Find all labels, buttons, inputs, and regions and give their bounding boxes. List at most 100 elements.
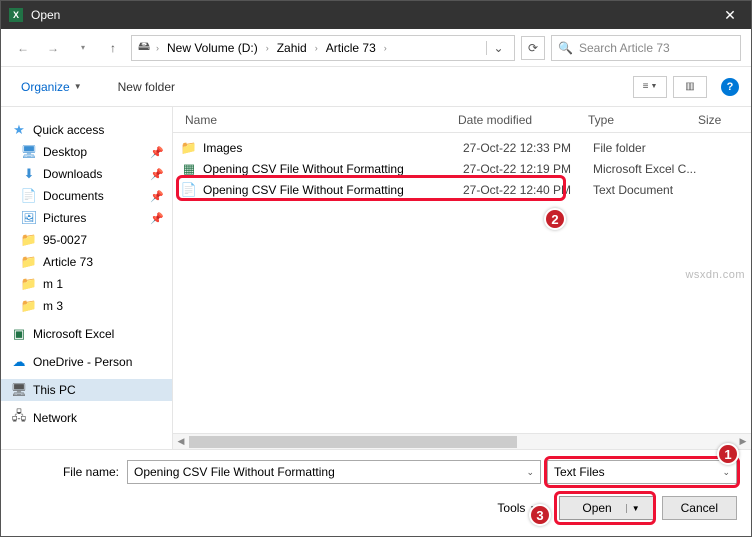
- view-mode-button[interactable]: ≡▼: [633, 76, 667, 98]
- horizontal-scrollbar[interactable]: ◀ ▶: [173, 433, 751, 449]
- star-icon: ★: [11, 122, 27, 138]
- sidebar-label: Desktop: [43, 145, 87, 159]
- search-placeholder: Search Article 73: [579, 41, 734, 55]
- sidebar-label: Quick access: [33, 123, 104, 137]
- file-row-text[interactable]: 📄 Opening CSV File Without Formatting 27…: [173, 179, 751, 200]
- chevron-right-icon: ›: [154, 43, 161, 53]
- file-type: Microsoft Excel C...: [593, 162, 713, 176]
- sidebar-label: m 3: [43, 299, 63, 313]
- nav-recent-dropdown[interactable]: ▾: [71, 36, 95, 60]
- column-headers: Name Date modified Type Size: [173, 107, 751, 133]
- scroll-left-button[interactable]: ◀: [173, 436, 189, 447]
- filename-input[interactable]: Opening CSV File Without Formatting ⌄: [127, 460, 541, 484]
- file-type-filter[interactable]: Text Files ⌄: [547, 460, 737, 484]
- toolbar: Organize ▼ New folder ≡▼ ▥ ?: [1, 67, 751, 107]
- excel-icon: ▣: [11, 326, 27, 342]
- sidebar-item-documents[interactable]: 📄Documents📌: [1, 185, 172, 207]
- nav-forward-button[interactable]: →: [41, 36, 65, 60]
- breadcrumb-item[interactable]: New Volume (D:): [163, 39, 262, 57]
- annotation-badge-2: 2: [544, 208, 566, 230]
- cancel-button[interactable]: Cancel: [662, 496, 737, 520]
- file-row-folder[interactable]: 📁 Images 27-Oct-22 12:33 PM File folder: [173, 137, 751, 158]
- excel-icon: X: [9, 8, 23, 22]
- folder-icon: 📁: [21, 232, 37, 248]
- sidebar-item-folder[interactable]: 📁Article 73: [1, 251, 172, 273]
- sidebar: ★ Quick access 🖥Desktop📌 ⬇Downloads📌 📄Do…: [1, 107, 173, 449]
- chevron-down-icon: ▼: [529, 504, 537, 513]
- column-date[interactable]: Date modified: [458, 113, 588, 127]
- sidebar-label: Article 73: [43, 255, 93, 269]
- open-dropdown-button[interactable]: ▼: [626, 504, 645, 513]
- sidebar-item-pictures[interactable]: 🖼 Pictures 📌: [1, 207, 172, 229]
- sidebar-label: Downloads: [43, 167, 102, 181]
- file-name: Opening CSV File Without Formatting: [203, 162, 463, 176]
- scroll-right-button[interactable]: ▶: [735, 436, 751, 447]
- search-icon: 🔍: [558, 41, 573, 55]
- sidebar-item-folder[interactable]: 📁 95-0027: [1, 229, 172, 251]
- sidebar-network[interactable]: 🖧Network: [1, 407, 172, 429]
- help-button[interactable]: ?: [721, 78, 739, 96]
- pin-icon: 📌: [150, 168, 164, 181]
- tools-menu[interactable]: Tools ▼: [497, 501, 537, 515]
- preview-pane-button[interactable]: ▥: [673, 76, 707, 98]
- breadcrumb[interactable]: 🖴 › New Volume (D:) › Zahid › Article 73…: [131, 35, 515, 61]
- close-button[interactable]: ✕: [709, 7, 751, 24]
- sidebar-quick-access[interactable]: ★ Quick access: [1, 119, 172, 141]
- footer: File name: Opening CSV File Without Form…: [1, 449, 751, 532]
- text-file-icon: 📄: [181, 182, 197, 198]
- address-bar: ← → ▾ ↑ 🖴 › New Volume (D:) › Zahid › Ar…: [1, 29, 751, 67]
- new-folder-label: New folder: [118, 80, 175, 94]
- drive-icon: 🖴: [136, 40, 152, 56]
- sidebar-label: 95-0027: [43, 233, 87, 247]
- watermark: wsxdn.com: [685, 269, 745, 281]
- main-area: ★ Quick access 🖥Desktop📌 ⬇Downloads📌 📄Do…: [1, 107, 751, 449]
- sidebar-microsoft-excel[interactable]: ▣Microsoft Excel: [1, 323, 172, 345]
- title-bar: X Open ✕: [1, 1, 751, 29]
- scroll-thumb[interactable]: [189, 436, 517, 448]
- nav-back-button[interactable]: ←: [11, 36, 35, 60]
- breadcrumb-item[interactable]: Article 73: [322, 39, 380, 57]
- chevron-down-icon: ▼: [74, 82, 82, 91]
- sidebar-item-folder[interactable]: 📁m 1: [1, 273, 172, 295]
- search-input[interactable]: 🔍 Search Article 73: [551, 35, 741, 61]
- new-folder-button[interactable]: New folder: [110, 76, 183, 98]
- onedrive-icon: ☁: [11, 354, 27, 370]
- folder-icon: 📁: [181, 140, 197, 156]
- sidebar-item-folder[interactable]: 📁 m 3: [1, 295, 172, 317]
- column-type[interactable]: Type: [588, 113, 698, 127]
- chevron-right-icon: ›: [313, 43, 320, 53]
- chevron-down-icon[interactable]: ⌄: [526, 467, 534, 478]
- sidebar-item-downloads[interactable]: ⬇Downloads📌: [1, 163, 172, 185]
- folder-icon: 📁: [21, 298, 37, 314]
- refresh-button[interactable]: ⟳: [521, 36, 545, 60]
- file-type: Text Document: [593, 183, 713, 197]
- pin-icon: 📌: [150, 190, 164, 203]
- cancel-label: Cancel: [681, 501, 718, 515]
- breadcrumb-dropdown[interactable]: ⌄: [486, 41, 510, 55]
- open-label: Open: [582, 501, 611, 515]
- file-list: 📁 Images 27-Oct-22 12:33 PM File folder …: [173, 133, 751, 433]
- sidebar-item-desktop[interactable]: 🖥Desktop📌: [1, 141, 172, 163]
- file-row-excel[interactable]: ▦ Opening CSV File Without Formatting 27…: [173, 158, 751, 179]
- sidebar-label: Pictures: [43, 211, 86, 225]
- sidebar-this-pc[interactable]: 🖥This PC: [1, 379, 172, 401]
- tools-label: Tools: [497, 501, 525, 515]
- breadcrumb-item[interactable]: Zahid: [273, 39, 311, 57]
- network-icon: 🖧: [11, 410, 27, 426]
- scroll-track[interactable]: [189, 436, 735, 448]
- file-name: Images: [203, 141, 463, 155]
- sidebar-label: Documents: [43, 189, 104, 203]
- column-size[interactable]: Size: [698, 113, 738, 127]
- sidebar-onedrive[interactable]: ☁OneDrive - Person: [1, 351, 172, 373]
- pin-icon: 📌: [150, 212, 164, 225]
- nav-up-button[interactable]: ↑: [101, 36, 125, 60]
- column-name[interactable]: Name: [173, 113, 458, 127]
- filter-value: Text Files: [554, 465, 605, 479]
- open-button[interactable]: Open ▼: [559, 496, 653, 520]
- desktop-icon: 🖥: [21, 144, 37, 160]
- chevron-down-icon: ⌄: [722, 467, 730, 478]
- file-name: Opening CSV File Without Formatting: [203, 183, 463, 197]
- organize-menu[interactable]: Organize ▼: [13, 76, 90, 98]
- pictures-icon: 🖼: [21, 210, 37, 226]
- chevron-right-icon: ›: [264, 43, 271, 53]
